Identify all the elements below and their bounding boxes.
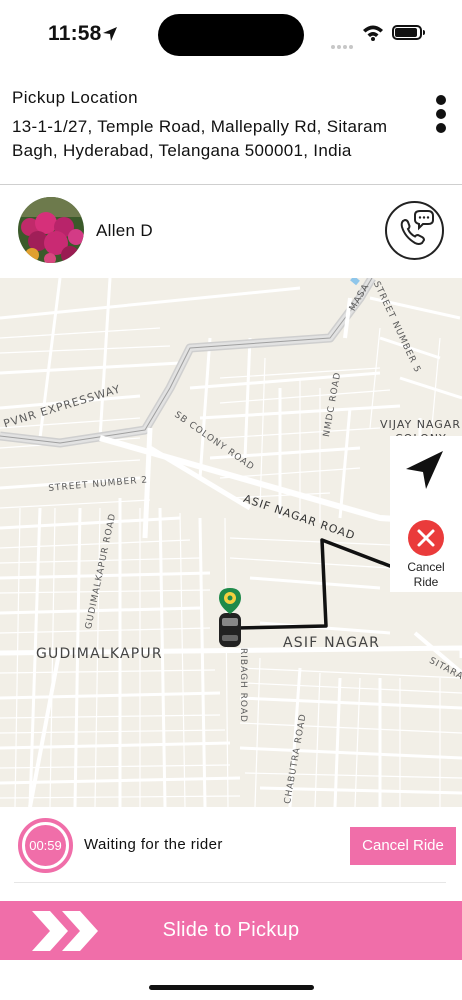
home-indicator[interactable] (149, 985, 314, 990)
pickup-location-section: Pickup Location 13-1-1/27, Temple Road, … (12, 88, 422, 163)
recenter-button[interactable] (390, 436, 462, 512)
wifi-icon (362, 24, 384, 46)
pickup-address: 13-1-1/27, Temple Road, Mallepally Rd, S… (12, 117, 388, 160)
rider-avatar (18, 197, 84, 263)
status-bar: 11:58 (0, 0, 462, 70)
rider-name: Allen D (96, 221, 153, 240)
map-cancel-ride-button[interactable]: Cancel Ride (390, 512, 462, 592)
map-label-asif: ASIF NAGAR (283, 635, 381, 651)
pickup-title: Pickup Location (12, 88, 139, 107)
car-marker (219, 588, 241, 647)
more-vertical-icon[interactable] (432, 95, 450, 135)
map-label-gudimalkapur: GUDIMALKAPUR (36, 646, 163, 662)
status-time: 11:58 (48, 22, 102, 45)
cancel-ride-button[interactable]: Cancel Ride (350, 827, 456, 865)
signal-dots-icon (331, 36, 355, 54)
map-label-bagh-road: RIBAGH ROAD (238, 648, 248, 723)
dynamic-island (158, 14, 304, 56)
phone-chat-icon (387, 210, 442, 262)
location-arrow-icon (102, 26, 118, 47)
slide-to-pickup[interactable]: Slide to Pickup (0, 901, 462, 960)
waiting-message: Waiting for the rider (84, 836, 223, 853)
close-circle-icon (408, 520, 444, 556)
slide-label: Slide to Pickup (162, 919, 300, 941)
call-chat-button[interactable] (385, 201, 444, 260)
timer-value: 00:59 (25, 825, 66, 866)
battery-icon (392, 25, 425, 40)
map-label-vijay: VIJAY NAGAR (380, 418, 461, 431)
divider (0, 184, 462, 185)
divider (14, 882, 446, 883)
countdown-timer: 00:59 (18, 818, 73, 873)
map-cancel-label: Cancel Ride (407, 560, 445, 589)
